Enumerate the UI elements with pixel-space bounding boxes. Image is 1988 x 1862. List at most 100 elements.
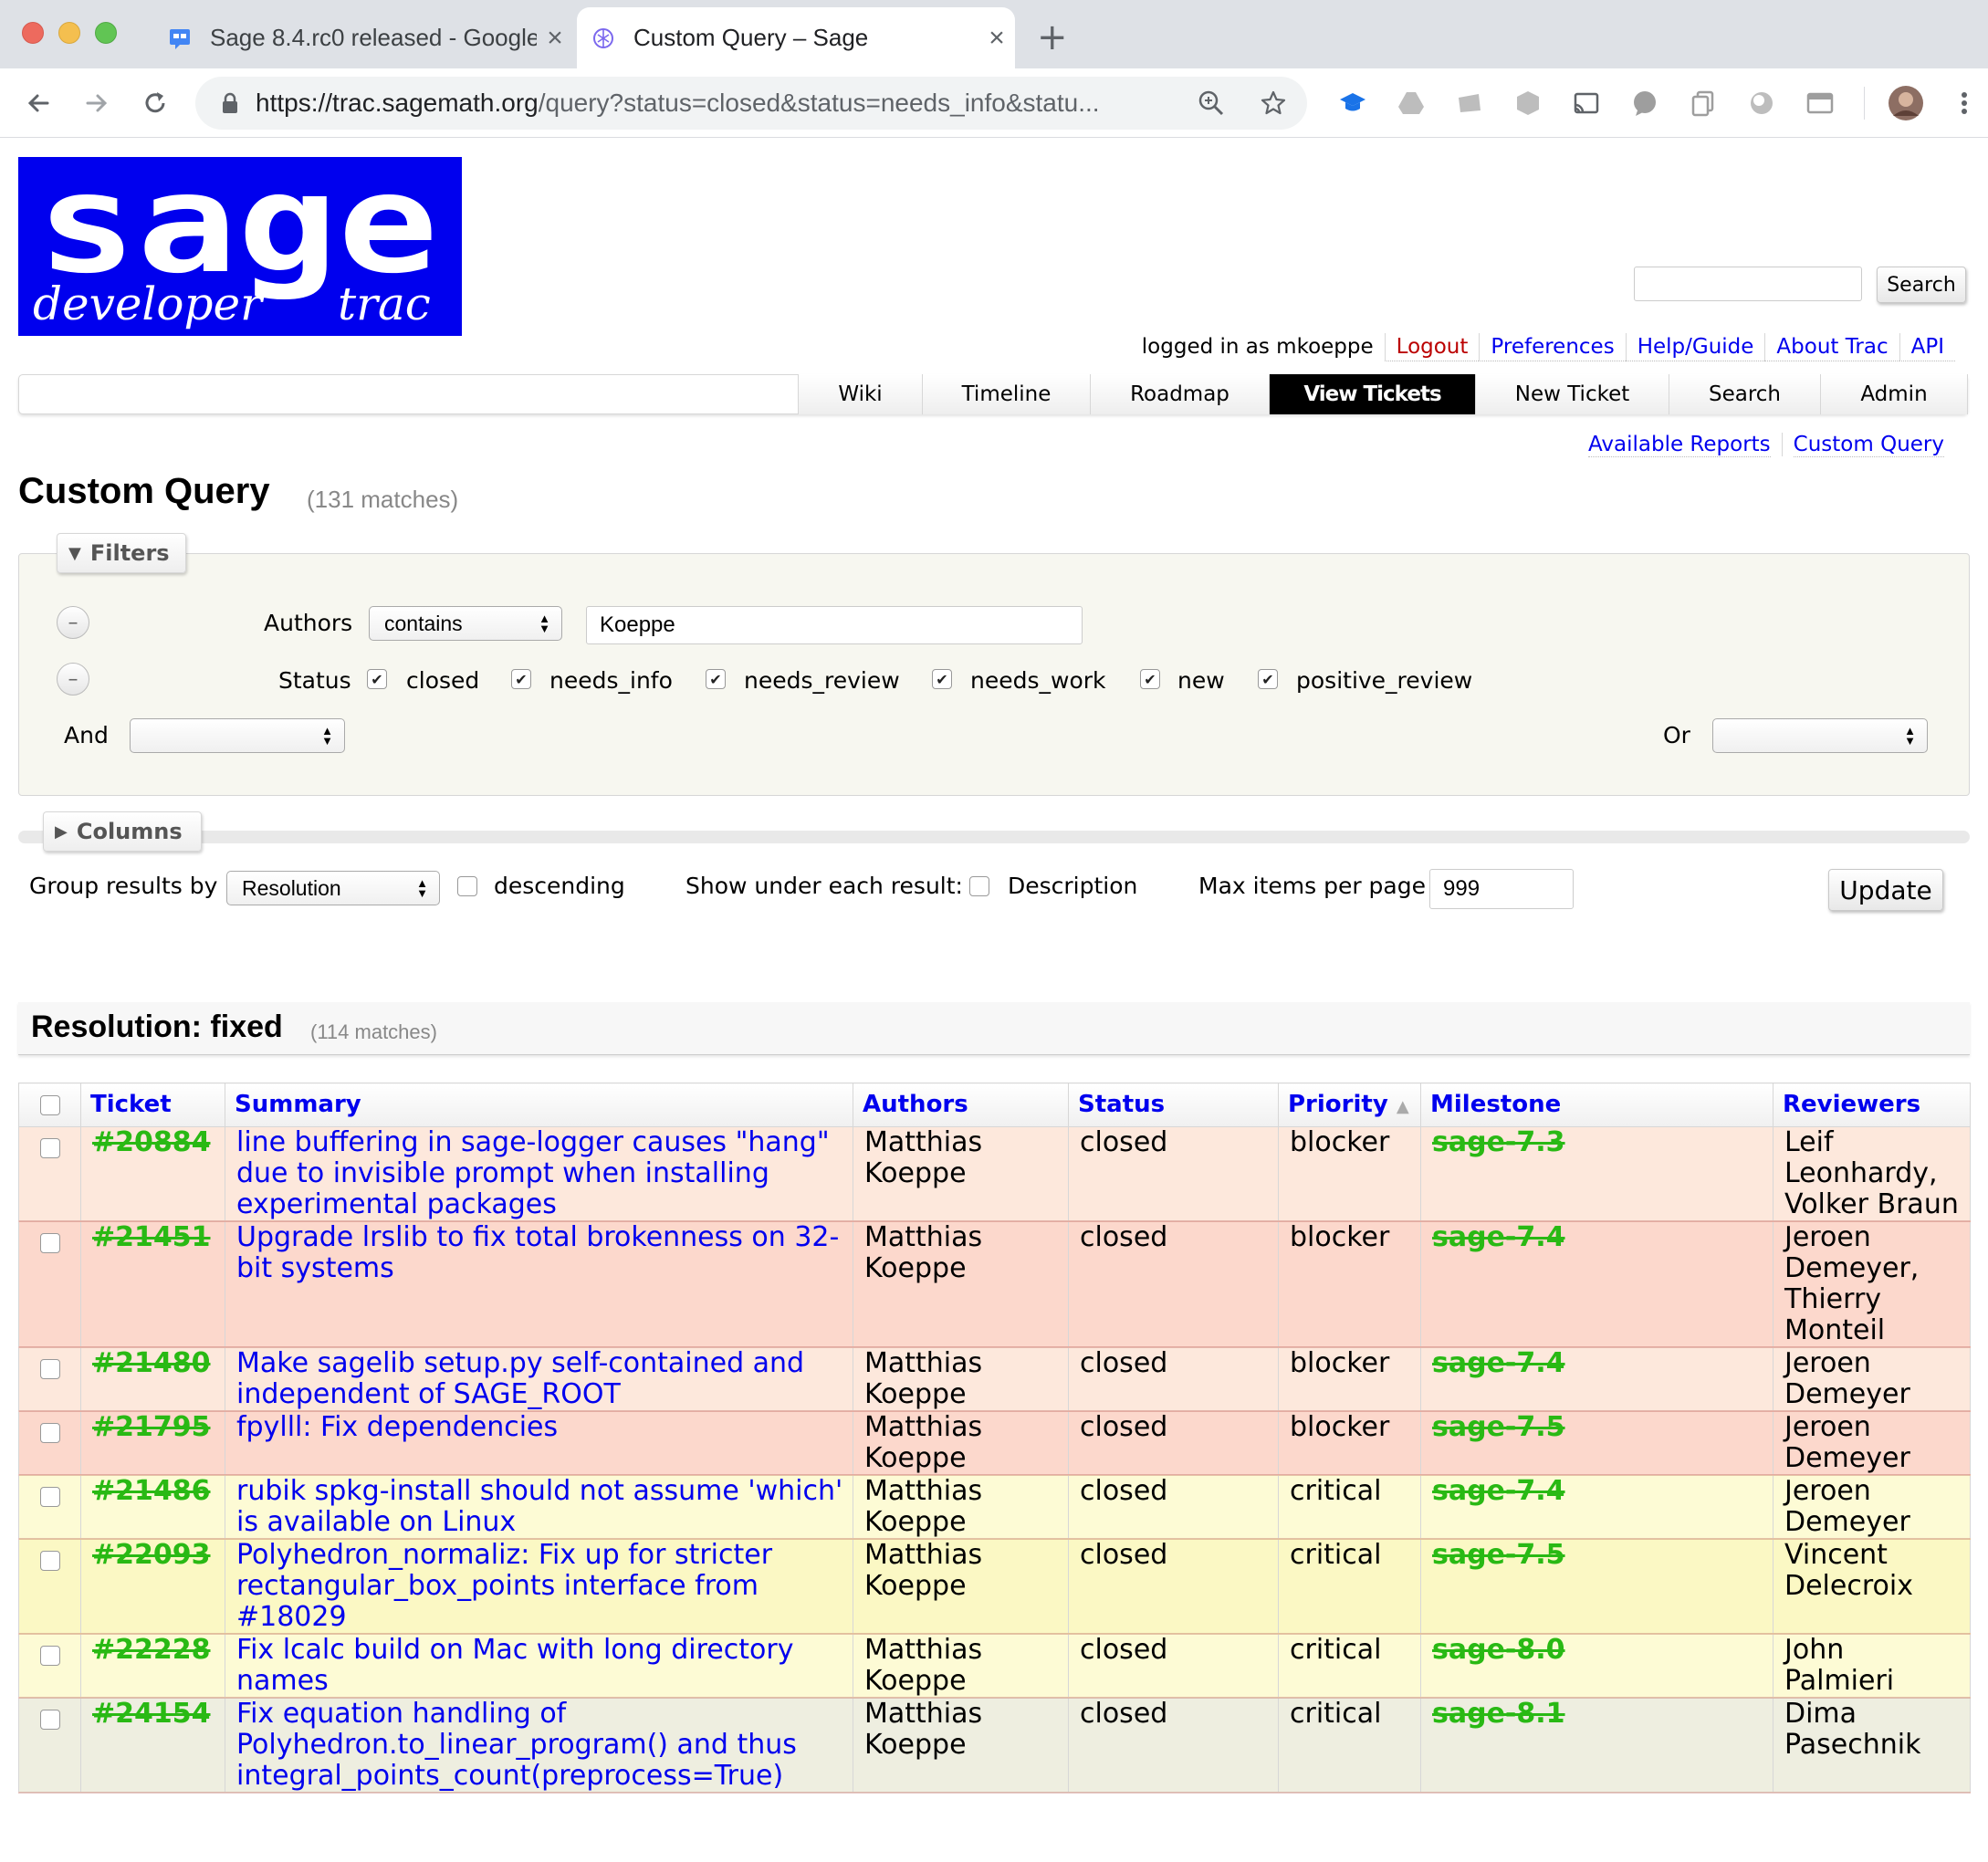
summary-link[interactable]: Upgrade lrslib to fix total brokenness o… bbox=[236, 1221, 839, 1284]
preferences-link[interactable]: Preferences bbox=[1479, 333, 1626, 361]
summary-link[interactable]: fpylll: Fix dependencies bbox=[236, 1411, 558, 1443]
help-guide-link[interactable]: Help/Guide bbox=[1625, 333, 1765, 361]
extension-icon[interactable] bbox=[1455, 89, 1484, 118]
ticket-link[interactable]: #22093 bbox=[92, 1539, 211, 1571]
chat-bubble-icon[interactable] bbox=[1630, 89, 1659, 118]
status-closed-checkbox[interactable]: ✔ bbox=[367, 669, 387, 689]
nav-wiki[interactable]: Wiki bbox=[798, 374, 922, 414]
add-and-filter-select[interactable]: ▲ ▼ bbox=[130, 718, 345, 753]
status-needs-work-checkbox[interactable]: ✔ bbox=[932, 669, 952, 689]
close-icon[interactable]: × bbox=[978, 23, 1015, 54]
zoom-icon[interactable] bbox=[1198, 89, 1225, 117]
header-milestone[interactable]: Milestone bbox=[1420, 1083, 1774, 1127]
ticket-link[interactable]: #21795 bbox=[92, 1411, 211, 1443]
graduation-cap-icon[interactable] bbox=[1338, 89, 1367, 118]
nav-timeline[interactable]: Timeline bbox=[922, 374, 1090, 414]
nav-search[interactable]: Search bbox=[1669, 374, 1820, 414]
row-checkbox[interactable] bbox=[39, 1423, 60, 1443]
summary-link[interactable]: Polyhedron_normaliz: Fix up for stricter… bbox=[236, 1539, 772, 1633]
status-needs-review-checkbox[interactable]: ✔ bbox=[706, 669, 726, 689]
filters-toggle[interactable]: ▼ Filters bbox=[57, 533, 186, 573]
menu-dots-icon[interactable] bbox=[1950, 89, 1979, 118]
ticket-link[interactable]: #21486 bbox=[92, 1475, 211, 1507]
ticket-link[interactable]: #21451 bbox=[92, 1221, 211, 1253]
drive-icon[interactable] bbox=[1397, 89, 1426, 118]
group-by-select[interactable]: Resolution ▲ ▼ bbox=[226, 871, 440, 905]
ticket-link[interactable]: #24154 bbox=[92, 1698, 211, 1730]
row-checkbox[interactable] bbox=[39, 1487, 60, 1507]
custom-query-link[interactable]: Custom Query bbox=[1781, 433, 1955, 457]
select-all-checkbox[interactable] bbox=[39, 1095, 60, 1115]
status-positive-review-checkbox[interactable]: ✔ bbox=[1258, 669, 1278, 689]
add-or-filter-select[interactable]: ▲ ▼ bbox=[1712, 718, 1928, 753]
max-items-input[interactable]: 999 bbox=[1429, 869, 1574, 909]
ticket-link[interactable]: #20884 bbox=[92, 1126, 211, 1158]
milestone-link[interactable]: sage-7.4 bbox=[1432, 1475, 1565, 1507]
avatar[interactable] bbox=[1888, 85, 1924, 121]
sage-trac-logo[interactable]: sage developer trac bbox=[18, 145, 462, 336]
available-reports-link[interactable]: Available Reports bbox=[1577, 433, 1782, 457]
row-checkbox[interactable] bbox=[39, 1138, 60, 1158]
header-reviewers[interactable]: Reviewers bbox=[1773, 1083, 1971, 1127]
milestone-link[interactable]: sage-8.0 bbox=[1432, 1634, 1565, 1666]
row-checkbox[interactable] bbox=[39, 1646, 60, 1666]
summary-link[interactable]: Make sagelib setup.py self-contained and… bbox=[236, 1347, 804, 1410]
new-tab-icon[interactable]: + bbox=[1037, 16, 1068, 58]
select-all-header[interactable] bbox=[18, 1083, 81, 1127]
nav-admin[interactable]: Admin bbox=[1820, 374, 1968, 414]
browser-tab-custom-query[interactable]: Custom Query – Sage × bbox=[577, 7, 1015, 68]
ticket-link[interactable]: #22228 bbox=[92, 1634, 211, 1666]
summary-link[interactable]: line buffering in sage-logger causes "ha… bbox=[236, 1126, 830, 1220]
authors-operator-select[interactable]: contains ▲ ▼ bbox=[369, 606, 562, 641]
api-link[interactable]: API bbox=[1899, 333, 1955, 361]
description-checkbox[interactable] bbox=[969, 876, 989, 896]
maximize-window-button[interactable] bbox=[95, 22, 117, 44]
row-checkbox[interactable] bbox=[39, 1551, 60, 1571]
forward-icon[interactable] bbox=[75, 81, 119, 125]
nav-roadmap[interactable]: Roadmap bbox=[1090, 374, 1269, 414]
bookmark-star-icon[interactable] bbox=[1260, 89, 1287, 117]
milestone-link[interactable]: sage-7.4 bbox=[1432, 1347, 1565, 1379]
search-input[interactable] bbox=[1634, 267, 1862, 301]
address-bar[interactable]: https://trac.sagemath.org/query?status=c… bbox=[195, 77, 1307, 130]
header-summary[interactable]: Summary bbox=[225, 1083, 853, 1127]
nav-new-ticket[interactable]: New Ticket bbox=[1475, 374, 1669, 414]
milestone-link[interactable]: sage-8.1 bbox=[1432, 1698, 1565, 1730]
milestone-link[interactable]: sage-7.4 bbox=[1432, 1221, 1565, 1253]
milestone-link[interactable]: sage-7.5 bbox=[1432, 1411, 1565, 1443]
status-needs-info-checkbox[interactable]: ✔ bbox=[511, 669, 531, 689]
columns-toggle[interactable]: ▶ Columns bbox=[43, 811, 202, 852]
header-priority[interactable]: Priority ▲ bbox=[1278, 1083, 1421, 1127]
status-new-checkbox[interactable]: ✔ bbox=[1140, 669, 1160, 689]
about-trac-link[interactable]: About Trac bbox=[1764, 333, 1899, 361]
milestone-link[interactable]: sage-7.5 bbox=[1432, 1539, 1565, 1571]
browser-tab-google[interactable]: Sage 8.4.rc0 released - Google × bbox=[153, 7, 573, 68]
cast-icon[interactable] bbox=[1572, 89, 1601, 118]
minimize-window-button[interactable] bbox=[58, 22, 80, 44]
back-icon[interactable] bbox=[16, 81, 60, 125]
header-authors[interactable]: Authors bbox=[853, 1083, 1069, 1127]
logout-link[interactable]: Logout bbox=[1384, 333, 1480, 361]
ticket-link[interactable]: #21480 bbox=[92, 1347, 211, 1379]
cube-icon[interactable] bbox=[1513, 89, 1543, 118]
close-window-button[interactable] bbox=[22, 22, 44, 44]
close-icon[interactable]: × bbox=[537, 23, 573, 54]
copy-icon[interactable] bbox=[1689, 89, 1718, 118]
circle-extension-icon[interactable] bbox=[1747, 89, 1776, 118]
header-ticket[interactable]: Ticket bbox=[80, 1083, 225, 1127]
row-checkbox[interactable] bbox=[39, 1233, 60, 1253]
row-checkbox[interactable] bbox=[39, 1359, 60, 1379]
authors-value-input[interactable]: Koeppe bbox=[586, 606, 1083, 644]
remove-filter-button[interactable]: – bbox=[57, 606, 89, 639]
descending-checkbox[interactable] bbox=[457, 876, 477, 896]
window-icon[interactable] bbox=[1805, 89, 1835, 118]
summary-link[interactable]: Fix lcalc build on Mac with long directo… bbox=[236, 1634, 793, 1697]
nav-view-tickets[interactable]: View Tickets bbox=[1269, 374, 1475, 414]
row-checkbox[interactable] bbox=[39, 1710, 60, 1730]
update-button[interactable]: Update bbox=[1828, 869, 1943, 911]
remove-filter-button[interactable]: – bbox=[57, 663, 89, 696]
header-status[interactable]: Status bbox=[1068, 1083, 1279, 1127]
milestone-link[interactable]: sage-7.3 bbox=[1432, 1126, 1565, 1158]
reload-icon[interactable] bbox=[133, 81, 177, 125]
summary-link[interactable]: Fix equation handling of Polyhedron.to_l… bbox=[236, 1698, 797, 1792]
